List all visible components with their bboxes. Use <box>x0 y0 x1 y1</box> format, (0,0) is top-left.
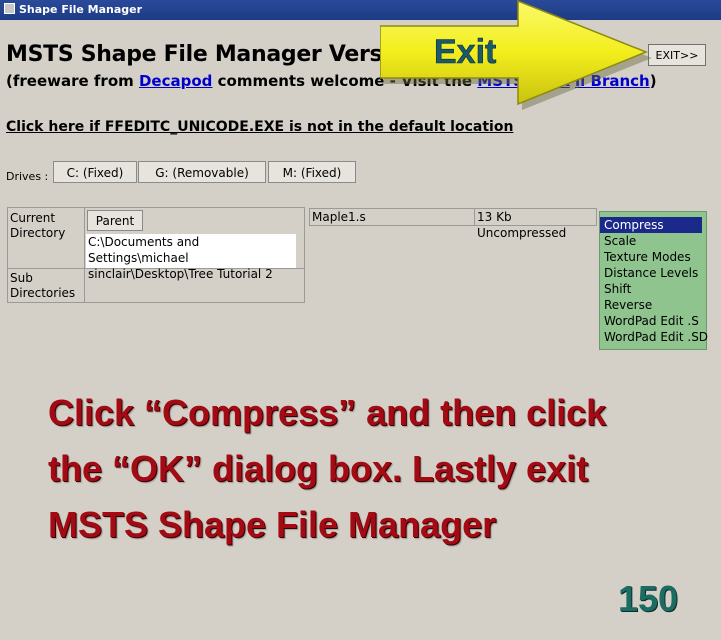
path-line1: C:\Documents and Settings\michael <box>88 235 200 265</box>
current-label-line2: Directory <box>10 226 66 240</box>
slide-number: 150 <box>618 578 679 619</box>
divider <box>474 209 475 225</box>
menu-item-reverse[interactable]: Reverse <box>600 297 706 313</box>
current-directory-path: C:\Documents and Settings\michael sinclai… <box>86 234 296 281</box>
file-row[interactable]: Maple1.s 13 Kb Uncompressed <box>309 208 597 240</box>
exit-arrow-annotation: Exit <box>380 0 652 110</box>
current-directory-label: Current Directory <box>10 211 65 241</box>
instruction-line2: the “OK” dialog box. Lastly exit <box>48 448 589 489</box>
context-menu: Compress Scale Texture Modes Distance Le… <box>599 211 708 350</box>
sub-label-line2: Directories <box>10 286 76 300</box>
drive-m-button[interactable]: M: (Fixed) <box>268 161 356 183</box>
drive-c-button[interactable]: C: (Fixed) <box>53 161 137 183</box>
current-label-line1: Current <box>10 211 56 225</box>
arrow-shape <box>380 0 649 106</box>
page-title: MSTS Shape File Manager Versio <box>6 42 405 67</box>
divider <box>84 207 85 303</box>
instruction-line1: Click “Compress” and then click <box>48 392 607 433</box>
app-icon <box>4 3 15 14</box>
instruction-text: Click “Compress” and then click the “OK”… <box>48 385 606 553</box>
window-title: Shape File Manager <box>19 3 143 16</box>
exe-location-link[interactable]: Click here if FFEDITC_UNICODE.EXE is not… <box>6 119 513 135</box>
instruction-line3: MSTS Shape File Manager <box>48 504 497 545</box>
menu-item-wordpad-edit-s[interactable]: WordPad Edit .S <box>600 313 706 329</box>
arrow-label: Exit <box>434 33 496 71</box>
drive-g-button[interactable]: G: (Removable) <box>138 161 266 183</box>
sub-directories-label: Sub Directories <box>10 271 75 301</box>
sub-label-line1: Sub <box>10 271 33 285</box>
file-size-status: 13 Kb Uncompressed <box>477 210 567 240</box>
menu-item-shift[interactable]: Shift <box>600 281 706 297</box>
decapod-link[interactable]: Decapod <box>139 72 212 90</box>
menu-item-scale[interactable]: Scale <box>600 233 706 249</box>
parent-button[interactable]: Parent <box>87 210 143 231</box>
file-name[interactable]: Maple1.s <box>312 209 366 225</box>
menu-item-wordpad-edit-sd[interactable]: WordPad Edit .SD <box>600 329 708 345</box>
menu-item-compress[interactable]: Compress <box>600 217 702 233</box>
subtitle-prefix: (freeware from <box>6 72 139 90</box>
menu-item-distance-levels[interactable]: Distance Levels <box>600 265 706 281</box>
path-line2: sinclair\Desktop\Tree Tutorial 2 <box>88 267 273 281</box>
drives-label: Drives : <box>6 170 49 183</box>
menu-item-texture-modes[interactable]: Texture Modes <box>600 249 706 265</box>
